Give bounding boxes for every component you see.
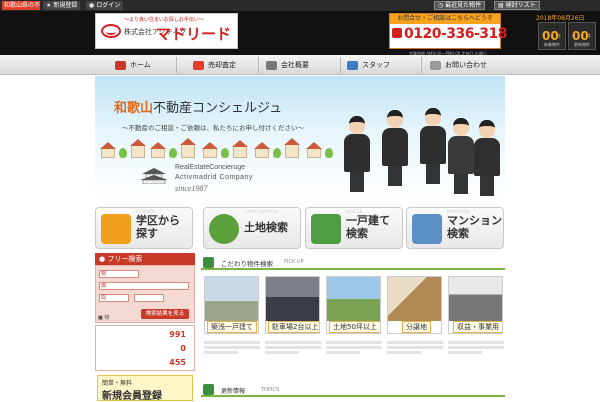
townscape-illustration xyxy=(95,136,425,158)
hero-en-line3: since1987 xyxy=(175,184,208,193)
home-icon xyxy=(115,60,126,70)
pickup-section-heading: こだわり物件検索 PICK UP xyxy=(201,256,505,270)
contact-lead: お問合せ・ご相談はこちらへどうぞ xyxy=(390,14,500,24)
freedial-icon xyxy=(392,28,402,38)
recent-items-button[interactable]: ◷ 最近見た物件 xyxy=(434,1,486,10)
stat-value: 455 xyxy=(169,358,186,367)
building-icon xyxy=(266,60,277,70)
nav-appraisal[interactable]: 売却査定 xyxy=(193,55,236,75)
nav-staff[interactable]: スタッフ xyxy=(347,55,390,75)
nav-divider xyxy=(340,57,341,73)
hero-title: 和歌山不動産コンシェルジュ xyxy=(114,101,283,116)
updated-items-counter: 00 件 更新物件 xyxy=(568,22,596,50)
layout-select-2[interactable] xyxy=(134,294,164,302)
free-search-heading: ● フリー検索 xyxy=(95,253,195,265)
layout-select[interactable]: 間 xyxy=(99,294,129,302)
pickup-card[interactable]: 分譲地 xyxy=(387,276,442,334)
listing-stats: 991 0 455 xyxy=(95,325,195,371)
pickup-card[interactable]: 駐車場2台以上 xyxy=(265,276,320,334)
pickup-photo xyxy=(449,277,502,321)
category-land-search[interactable]: LAND SEARCH 土地検索 xyxy=(203,207,301,249)
appraisal-icon xyxy=(193,60,204,70)
pickup-photo xyxy=(205,277,258,321)
hero-banner: 和歌山不動産コンシェルジュ 〜不動産のご相談・ご依頼は、私たちにお申し付けくださ… xyxy=(95,76,505,197)
pickup-description xyxy=(387,341,443,356)
member-register-banner[interactable]: 簡単・無料 新規会員登録 xyxy=(97,375,193,402)
pickup-card[interactable]: 築浅一戸建て xyxy=(204,276,259,334)
nav-divider xyxy=(176,57,177,73)
search-icon xyxy=(203,257,214,268)
castle-icon xyxy=(140,168,168,184)
logo-mark-icon xyxy=(101,24,121,38)
free-search-sidebar: ● フリー検索 物 価 間 検索結果を見る ■ 物 991 0 455 簡単・無… xyxy=(95,253,195,402)
star-icon: ★ xyxy=(46,2,52,9)
list-icon: ▤ xyxy=(498,2,506,9)
staff-illustration xyxy=(343,116,371,194)
register-button[interactable]: ★ 新規登録 xyxy=(43,1,81,10)
house-icon xyxy=(311,214,341,244)
mansion-icon xyxy=(412,214,442,244)
lock-icon: ● xyxy=(89,2,95,9)
date-counter-box: 2018年08月26日 00 件 新着物件 00 件 更新物件 xyxy=(536,11,600,55)
nav-divider xyxy=(421,57,422,73)
company-logo[interactable]: 〜より良い住まいお探しお手伝い〜 株式会社アクティブ マドリード xyxy=(95,13,238,49)
staff-illustration xyxy=(419,108,447,186)
pickup-photo xyxy=(266,277,319,321)
pickup-description xyxy=(326,341,382,356)
property-type-select[interactable]: 物 xyxy=(99,270,139,278)
site-tagline: 和歌山県の不動産 xyxy=(2,1,40,10)
topics-icon xyxy=(203,384,214,395)
nav-divider xyxy=(258,57,259,73)
staff-illustration xyxy=(473,120,501,197)
search-results-button[interactable]: 検索結果を見る xyxy=(141,309,189,319)
pickup-description xyxy=(265,341,321,356)
login-button[interactable]: ● ログイン xyxy=(86,1,124,10)
category-house-search[interactable]: HOUSE 一戸建て 検索 xyxy=(305,207,403,249)
logo-tagline: 〜より良い住まいお探しお手伝い〜 xyxy=(124,17,204,23)
current-date: 2018年08月26日 xyxy=(536,15,585,22)
nav-home[interactable]: ホーム xyxy=(115,55,151,75)
topics-section-heading: 更新情報 TOPICS xyxy=(201,383,505,397)
hero-en-line2: Activmadrid Company xyxy=(175,174,253,181)
favorites-button[interactable]: ▤ 検討リスト xyxy=(494,1,540,10)
tree-icon xyxy=(209,214,239,244)
contact-box[interactable]: お問合せ・ご相談はこちらへどうぞ 0120-336-318 xyxy=(389,13,508,49)
pickup-card[interactable]: 収益・事業用 xyxy=(448,276,503,334)
mail-icon xyxy=(430,60,441,70)
logo-brand: マドリード xyxy=(156,25,232,43)
hero-subtitle: 〜不動産のご相談・ご依頼は、私たちにお申し付けください〜 xyxy=(122,124,304,132)
price-select[interactable]: 価 xyxy=(99,282,189,290)
staff-icon xyxy=(347,60,358,70)
main-nav: ホーム 売却査定 会社概要 スタッフ お問い合わせ xyxy=(0,55,600,75)
new-items-counter: 00 件 新着物件 xyxy=(538,22,566,50)
property-checkbox[interactable]: ■ 物 xyxy=(98,314,109,321)
category-mansion-search[interactable]: MANSION マンション 検索 xyxy=(406,207,504,249)
nav-contact[interactable]: お問い合わせ xyxy=(430,55,487,75)
category-school-search[interactable]: SCHOOL 学区から 探す xyxy=(95,207,193,249)
staff-illustration xyxy=(447,118,475,196)
stat-value: 991 xyxy=(169,330,186,339)
school-icon xyxy=(101,214,131,244)
pickup-card[interactable]: 土地50坪以上 xyxy=(326,276,381,334)
pickup-photo xyxy=(327,277,380,321)
pickup-description xyxy=(204,341,260,356)
stat-value: 0 xyxy=(180,344,186,353)
hero-en-line1: RealEstateConcieruge xyxy=(175,164,246,171)
site-header: 〜より良い住まいお探しお手伝い〜 株式会社アクティブ マドリード お問合せ・ご相… xyxy=(0,1,600,56)
staff-illustration xyxy=(381,110,409,188)
contact-phone: 0120-336-318 xyxy=(404,26,508,42)
nav-company[interactable]: 会社概要 xyxy=(266,55,309,75)
pickup-photo xyxy=(388,277,441,321)
pickup-description xyxy=(448,341,504,356)
